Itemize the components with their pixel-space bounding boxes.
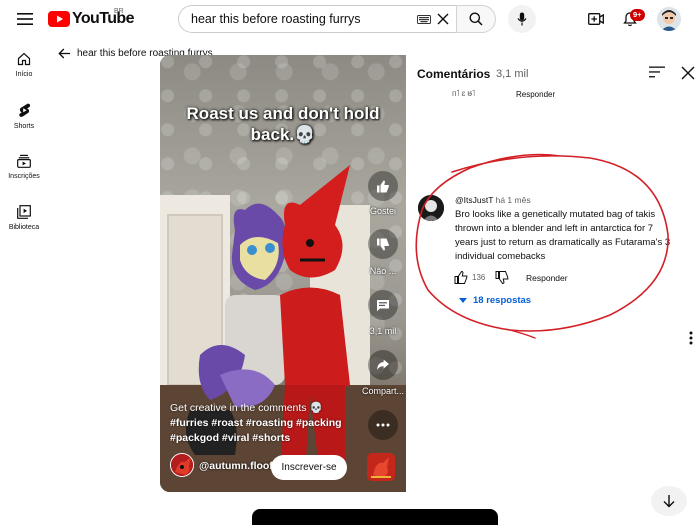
comment-meta: @ItsJustT há 1 mês (455, 195, 531, 205)
comment-text: Bro looks like a genetically mutated bag… (455, 209, 671, 262)
short-video-player[interactable]: Roast us and don't hold back.💀 Gostei Nã… (160, 55, 406, 492)
create-video-icon (588, 13, 604, 25)
keyboard-icon[interactable] (417, 15, 431, 24)
sidebar-item-label: Início (15, 71, 33, 78)
overlay-title-line: Roast us and don't hold (186, 104, 380, 123)
library-icon (17, 205, 31, 219)
sound-thumbnail-image (367, 453, 395, 481)
replies-count-label: 18 respostas (473, 295, 532, 306)
comment-icon (377, 299, 389, 311)
overlay-title-line: back.💀 (250, 125, 316, 144)
comment-like-count: 136 (472, 273, 486, 282)
close-icon (681, 66, 695, 80)
subscriptions-icon (17, 154, 31, 168)
share-button[interactable] (368, 350, 398, 380)
menu-button[interactable] (12, 8, 38, 30)
comments-count-label: 3,1 mil (369, 326, 397, 336)
comments-count: 3,1 mil (496, 68, 529, 80)
search-input[interactable]: hear this before roasting furrys (178, 5, 456, 33)
channel-avatar[interactable] (170, 453, 194, 477)
arrow-down-icon (663, 495, 675, 508)
previous-reply-button[interactable]: Responder (516, 90, 555, 99)
search-button[interactable] (456, 5, 496, 33)
microphone-icon (517, 12, 527, 26)
shorts-icon (18, 103, 30, 117)
home-icon (17, 52, 31, 66)
more-options-button[interactable] (689, 331, 699, 345)
video-overlay-title: Roast us and don't hold back.💀 (160, 103, 406, 145)
dislike-label: Não ... (369, 266, 397, 276)
next-video-preview[interactable] (252, 509, 498, 525)
more-horizontal-icon (376, 423, 390, 427)
comment-time: há 1 mês (495, 195, 531, 205)
thumbs-down-icon (377, 238, 389, 251)
description-hashtags[interactable]: #furries #roast #roasting #packing (170, 416, 370, 431)
comment-like-button[interactable] (454, 271, 468, 285)
previous-comment-actions: ᴨ˥ ɛ ᵿ˥ (452, 89, 476, 98)
video-description: Get creative in the comments 💀 #furries … (170, 401, 370, 446)
more-vertical-icon (689, 331, 693, 345)
sidebar-item-label: Shorts (13, 123, 35, 130)
comment-dislike-button[interactable] (495, 271, 509, 285)
comment-author[interactable]: @ItsJustT (455, 195, 493, 205)
sidebar-item-subscriptions[interactable]: Inscrições (0, 154, 48, 180)
clear-search-icon[interactable] (437, 13, 449, 25)
next-video-button[interactable] (651, 486, 687, 516)
comment-reply-button[interactable]: Responder (526, 273, 568, 283)
share-icon (377, 359, 389, 370)
description-line: Get creative in the comments 💀 (170, 402, 323, 414)
caret-down-icon (459, 298, 467, 303)
thumbs-up-outline-icon (454, 271, 468, 284)
notification-badge: 9+ (630, 9, 645, 21)
commenter-avatar[interactable] (418, 195, 444, 221)
sort-comments-button[interactable] (649, 66, 665, 80)
logo-wordmark: YouTube (72, 10, 134, 27)
voice-search-button[interactable] (508, 5, 536, 33)
avatar-image (657, 7, 681, 31)
youtube-play-icon (48, 11, 70, 27)
sidebar-item-home[interactable]: Início (0, 52, 48, 78)
sidebar-item-label: Biblioteca (8, 224, 40, 231)
more-actions-button[interactable] (368, 410, 398, 440)
view-replies-button[interactable]: 18 respostas (459, 295, 531, 306)
search-query: hear this before roasting furrys (191, 12, 361, 26)
thumbs-down-outline-icon (495, 271, 509, 284)
sidebar-item-label: Inscrições (8, 173, 40, 180)
sort-icon (649, 66, 665, 78)
like-button[interactable] (368, 171, 398, 201)
account-avatar[interactable] (657, 7, 681, 31)
country-code: BR (114, 8, 124, 15)
sound-thumbnail[interactable] (367, 453, 395, 481)
search-icon (469, 12, 483, 26)
like-label: Gostei (369, 206, 396, 216)
thumbs-up-icon (377, 179, 389, 192)
sidebar-item-library[interactable]: Biblioteca (0, 205, 48, 231)
comments-title: Comentários (417, 67, 491, 81)
close-comments-button[interactable] (681, 66, 695, 80)
dislike-button[interactable] (368, 229, 398, 259)
share-label: Compart... (361, 386, 404, 396)
subscribe-button[interactable]: Inscrever-se (271, 455, 347, 480)
hamburger-icon (17, 13, 33, 25)
commenter-avatar-image (418, 195, 444, 221)
sidebar-item-shorts[interactable]: Shorts (0, 103, 48, 130)
description-hashtags[interactable]: #packgod #viral #shorts (170, 431, 370, 446)
channel-name[interactable]: @autumn.floofs (199, 460, 279, 472)
arrow-left-icon (58, 48, 70, 59)
comments-button[interactable] (368, 290, 398, 320)
create-button[interactable] (585, 8, 607, 30)
